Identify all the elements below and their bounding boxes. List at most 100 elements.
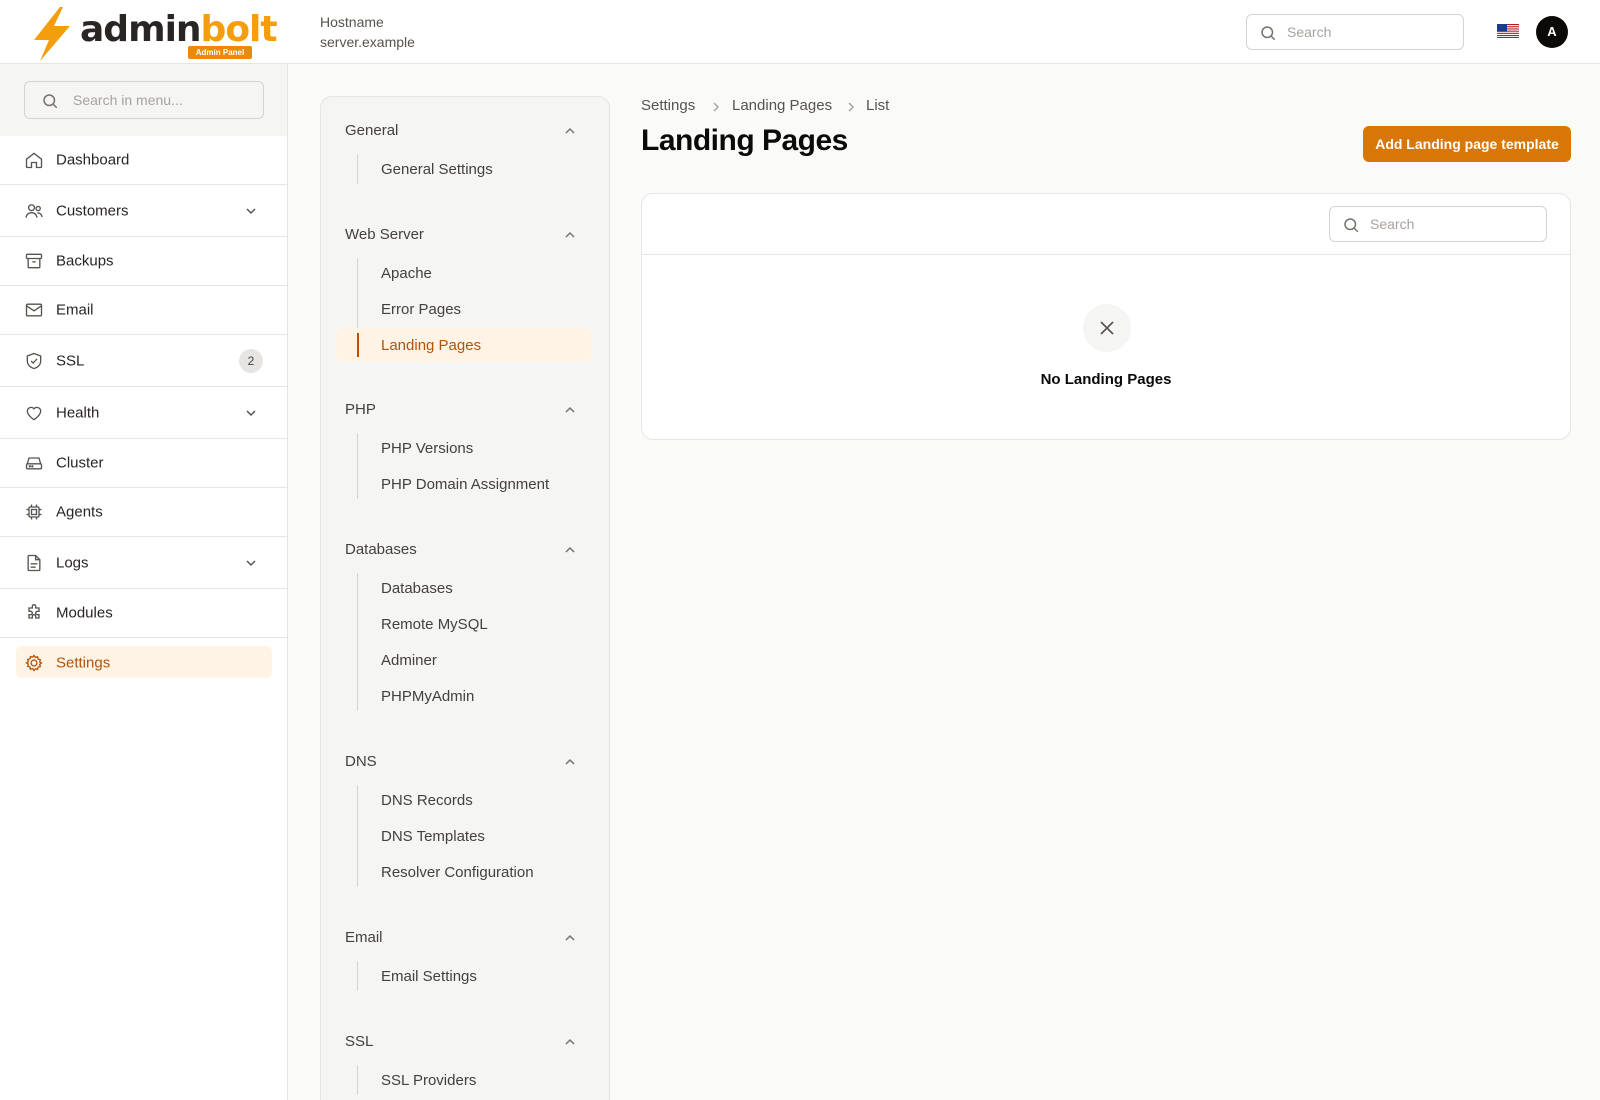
shield-icon	[26, 352, 42, 369]
chevron-right-icon	[848, 102, 855, 112]
subnav-item-email-settings[interactable]: Email Settings	[381, 968, 477, 985]
ssl-count-badge: 2	[239, 348, 263, 373]
server-icon	[25, 457, 43, 470]
cpu-icon	[26, 504, 42, 520]
hostname-label: Hostname	[320, 14, 384, 30]
subnav-item-remote-mysql[interactable]: Remote MySQL	[381, 616, 488, 633]
heart-icon	[26, 406, 42, 420]
sidebar-item-logs[interactable]: Logs	[0, 537, 287, 589]
us-flag-icon[interactable]	[1497, 24, 1519, 38]
global-search-placeholder: Search	[1287, 24, 1332, 40]
sidebar-item-label: Logs	[56, 554, 89, 571]
menu-search-area: Search in menu...	[0, 64, 287, 136]
subnav-item-php-domain-assignment[interactable]: PHP Domain Assignment	[381, 476, 549, 493]
subnav-item-phpmyadmin[interactable]: PHPMyAdmin	[381, 688, 474, 705]
sidebar-item-label: SSL	[56, 352, 85, 369]
search-icon	[1261, 26, 1276, 41]
home-icon	[25, 152, 43, 169]
mail-icon	[25, 303, 43, 317]
adminbolt-logo[interactable]: adminbolt Admin Panel	[30, 6, 278, 62]
subnav-guide-line	[357, 433, 358, 499]
sidebar-item-backups[interactable]: Backups	[0, 237, 287, 286]
file-icon	[27, 554, 41, 571]
breadcrumb-settings[interactable]: Settings	[641, 97, 695, 114]
breadcrumb-landing-pages[interactable]: Landing Pages	[732, 97, 832, 114]
subnav-item-landing-pages[interactable]: Landing Pages	[381, 337, 481, 354]
user-avatar[interactable]: A	[1536, 16, 1568, 48]
sidebar-item-label: Settings	[56, 654, 111, 671]
top-header: adminbolt Admin Panel Hostname server.ex…	[0, 0, 1600, 64]
sidebar-item-modules[interactable]: Modules	[0, 589, 287, 638]
subnav-item-general-settings[interactable]: General Settings	[381, 161, 493, 178]
sidebar-item-label: Email	[56, 301, 94, 319]
subnav-group-web-server[interactable]: Web Server	[345, 226, 424, 243]
chevron-up-icon[interactable]	[564, 125, 576, 137]
sidebar-item-ssl[interactable]: SSL 2	[0, 335, 287, 387]
landing-pages-table: Search No Landing Pages	[641, 193, 1571, 440]
subnav-group-email[interactable]: Email	[345, 929, 383, 946]
sidebar-item-label: Dashboard	[56, 151, 130, 169]
sidebar-item-settings[interactable]: Settings	[0, 638, 287, 687]
chevron-up-icon[interactable]	[564, 404, 576, 416]
users-icon	[25, 203, 43, 218]
table-search-input[interactable]: Search	[1329, 206, 1547, 242]
sidebar-item-cluster[interactable]: Cluster	[0, 439, 287, 488]
archive-icon	[25, 253, 43, 269]
subnav-group-general[interactable]: General	[345, 122, 398, 139]
subnav-item-dns-records[interactable]: DNS Records	[381, 792, 473, 809]
page-title: Landing Pages	[641, 124, 848, 157]
chevron-up-icon[interactable]	[564, 544, 576, 556]
subnav-item-php-versions[interactable]: PHP Versions	[381, 440, 473, 457]
chevron-up-icon[interactable]	[564, 756, 576, 768]
subnav-group-databases[interactable]: Databases	[345, 541, 417, 558]
logo-badge: Admin Panel	[188, 46, 252, 59]
table-search-placeholder: Search	[1370, 216, 1415, 232]
sidebar-item-label: Cluster	[56, 454, 104, 472]
sidebar-item-label: Modules	[56, 604, 113, 622]
chevron-down-icon	[246, 409, 256, 416]
sidebar-item-label: Agents	[56, 503, 103, 521]
hostname-value: server.example	[320, 34, 415, 50]
subnav-item-adminer[interactable]: Adminer	[381, 652, 437, 669]
hostname-info: Hostname server.example	[320, 12, 415, 52]
chevron-up-icon[interactable]	[564, 229, 576, 241]
chevron-right-icon	[713, 102, 720, 112]
sidebar-item-label: Backups	[56, 252, 114, 270]
sidebar-item-health[interactable]: Health	[0, 387, 287, 439]
sidebar-item-label: Health	[56, 404, 100, 421]
global-search-input[interactable]: Search	[1246, 14, 1464, 50]
empty-state-text: No Landing Pages	[1040, 371, 1172, 388]
subnav-guide-line	[357, 573, 358, 711]
subnav-group-php[interactable]: PHP	[345, 401, 376, 418]
sidebar-item-label: Customers	[56, 202, 129, 219]
subnav-item-error-pages[interactable]: Error Pages	[381, 301, 461, 318]
settings-subnav: General General Settings Web Server Apac…	[320, 96, 610, 1100]
subnav-group-dns[interactable]: DNS	[345, 753, 377, 770]
table-toolbar: Search	[642, 194, 1570, 255]
subnav-item-dns-templates[interactable]: DNS Templates	[381, 828, 485, 845]
chevron-up-icon[interactable]	[564, 932, 576, 944]
chevron-down-icon	[246, 207, 256, 214]
main-sidebar: Search in menu... Dashboard Customers Ba…	[0, 64, 288, 1100]
close-icon	[1100, 321, 1114, 335]
sidebar-item-customers[interactable]: Customers	[0, 185, 287, 237]
subnav-guide-line	[357, 1065, 358, 1095]
lightning-bolt-icon	[34, 7, 70, 61]
chevron-up-icon[interactable]	[564, 1036, 576, 1048]
subnav-item-ssl-providers[interactable]: SSL Providers	[381, 1072, 476, 1089]
add-landing-page-template-button[interactable]: Add Landing page template	[1363, 126, 1571, 162]
menu-search-input[interactable]: Search in menu...	[24, 81, 264, 119]
menu-search-placeholder: Search in menu...	[73, 92, 183, 108]
sidebar-item-dashboard[interactable]: Dashboard	[0, 136, 287, 185]
subnav-item-databases[interactable]: Databases	[381, 580, 453, 597]
active-highlight	[16, 646, 272, 678]
subnav-group-ssl[interactable]: SSL	[345, 1033, 373, 1050]
subnav-guide-line	[357, 154, 358, 184]
sidebar-item-agents[interactable]: Agents	[0, 488, 287, 537]
subnav-item-apache[interactable]: Apache	[381, 265, 432, 282]
empty-state-icon-wrap	[1083, 304, 1131, 352]
sidebar-item-email[interactable]: Email	[0, 286, 287, 335]
gear-icon	[25, 653, 43, 672]
subnav-active-indicator	[357, 333, 359, 357]
subnav-item-resolver-configuration[interactable]: Resolver Configuration	[381, 864, 534, 881]
